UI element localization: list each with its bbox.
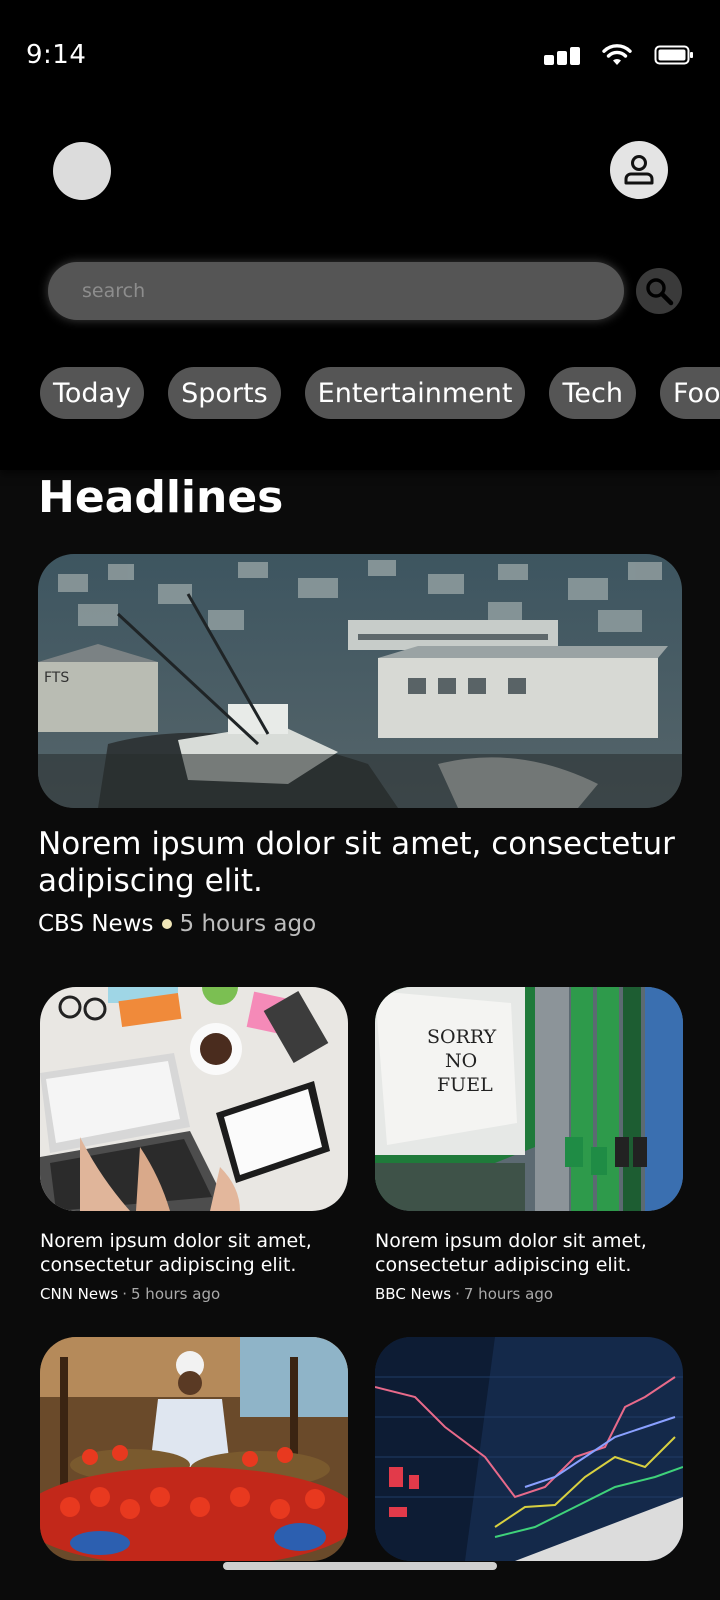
article-card[interactable] (40, 1337, 348, 1561)
category-tech[interactable]: Tech (549, 367, 636, 419)
search-bar (48, 262, 624, 320)
article-title[interactable]: Norem ipsum dolor sit amet, consectetur … (40, 1229, 348, 1277)
hero-title[interactable]: Norem ipsum dolor sit amet, consectetur … (38, 826, 688, 900)
search-input[interactable] (82, 280, 624, 302)
article-meta: CNN News · 5 hours ago (40, 1285, 348, 1303)
article-image[interactable] (40, 987, 348, 1211)
hero-image[interactable]: FTS (38, 554, 682, 808)
store-sign-text: FTS (44, 670, 69, 686)
hero-source: CBS News (38, 911, 154, 937)
article-time: 7 hours ago (463, 1285, 554, 1303)
wifi-icon (602, 44, 632, 65)
hero-time: 5 hours ago (179, 911, 317, 937)
article-image[interactable]: SORRY NO FUEL (375, 987, 683, 1211)
category-entertainment[interactable]: Entertainment (304, 367, 526, 419)
app-logo[interactable] (53, 142, 111, 200)
separator-dot: · (122, 1285, 127, 1303)
search-icon (646, 278, 674, 306)
article-card[interactable] (375, 1337, 683, 1561)
article-image[interactable] (40, 1337, 348, 1561)
battery-icon (654, 45, 693, 65)
section-title: Headlines (38, 472, 284, 523)
status-bar: 9:14 (26, 38, 694, 72)
top-bar: 9:14 search Today Sports Entertainment T… (0, 0, 720, 470)
article-image[interactable] (375, 1337, 683, 1561)
article-card[interactable]: Norem ipsum dolor sit amet, consectetur … (40, 987, 348, 1303)
category-chips: Today Sports Entertainment Tech Food (40, 367, 720, 419)
category-food[interactable]: Food (659, 367, 720, 419)
search-button[interactable] (636, 268, 682, 314)
user-icon (624, 155, 654, 185)
article-meta: BBC News · 7 hours ago (375, 1285, 683, 1303)
status-icons (544, 44, 694, 66)
hero-meta: CBS News 5 hours ago (38, 911, 316, 937)
article-time: 5 hours ago (131, 1285, 221, 1303)
category-sports[interactable]: Sports (168, 367, 281, 419)
status-time: 9:14 (26, 40, 87, 70)
home-indicator[interactable] (223, 1562, 497, 1570)
category-today[interactable]: Today (40, 367, 145, 419)
signal-icon (544, 45, 580, 65)
profile-button[interactable] (610, 141, 668, 199)
article-title[interactable]: Norem ipsum dolor sit amet, consectetur … (375, 1229, 683, 1277)
article-source: CNN News (40, 1285, 119, 1303)
article-source: BBC News (375, 1285, 452, 1303)
separator-dot (161, 919, 172, 929)
separator-dot: · (455, 1285, 460, 1303)
article-card[interactable]: SORRY NO FUEL Norem ipsum dolor sit amet, … (375, 987, 683, 1303)
